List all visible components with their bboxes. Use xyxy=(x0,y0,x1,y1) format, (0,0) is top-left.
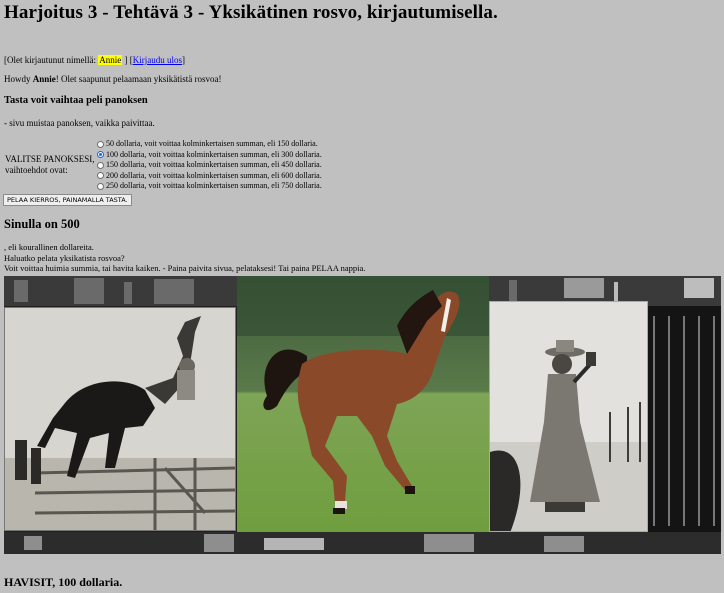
stake-option-label: 50 dollaria, voit voittaa kolminkertaise… xyxy=(106,139,318,148)
stake-option-label: 200 dollaria, voit voittaa kolminkertais… xyxy=(106,170,322,180)
cowgirl-with-rifle-photo xyxy=(489,301,648,532)
balance-info: , eli kourallinen dollareita. Haluatko p… xyxy=(4,242,365,274)
stake-note: - sivu muistaa panoksen, vaikka paivitta… xyxy=(4,118,155,128)
stake-radio-200[interactable] xyxy=(97,172,104,180)
rodeo-rider-photo xyxy=(4,307,236,531)
stake-option-250[interactable]: 250 dollaria, voit voittaa kolminkertais… xyxy=(97,181,322,192)
stake-option-200[interactable]: 200 dollaria, voit voittaa kolminkertais… xyxy=(97,171,322,182)
stake-radio-150[interactable] xyxy=(97,161,104,169)
login-status: [Olet kirjautunut nimellä: Annie ] [Kirj… xyxy=(4,55,185,66)
galloping-horse-photo xyxy=(237,276,489,532)
logout-link[interactable]: Kirjaudu ulos xyxy=(133,55,182,65)
stake-heading: Tasta voit vaihtaa peli panoksen xyxy=(4,95,148,106)
login-close: ] xyxy=(181,55,185,65)
balance-heading: Sinulla on 500 xyxy=(4,217,80,231)
page-title: Harjoitus 3 - Tehtävä 3 - Yksikätinen ro… xyxy=(4,2,498,23)
stake-option-50[interactable]: 50 dollaria, voit voittaa kolminkertaise… xyxy=(97,139,322,150)
stake-radio-50[interactable] xyxy=(97,140,104,148)
greeting-text: Howdy Annie! Olet saapunut pelaamaan yks… xyxy=(4,74,221,85)
stake-option-150[interactable]: 150 dollaria, voit voittaa kolminkertais… xyxy=(97,160,322,171)
balance-line1: , eli kourallinen dollareita. xyxy=(4,242,94,252)
stake-label-line2: vaihtoehdot ovat: xyxy=(5,165,68,175)
play-round-button[interactable]: PELAA KIERROS, PAINAMALLA TASTA. xyxy=(3,194,132,206)
greeting-suffix: ! Olet saapunut pelaamaan yksikätistä ro… xyxy=(55,74,222,84)
stake-option-label: 100 dollaria, voit voittaa kolminkertais… xyxy=(106,149,322,159)
stake-options: 50 dollaria, voit voittaa kolminkertaise… xyxy=(97,139,322,192)
balance-line2: Haluatko pelata yksikatista rosvoa? xyxy=(4,252,125,263)
login-prefix: [Olet kirjautunut nimellä: xyxy=(4,55,99,65)
greeting-name: Annie xyxy=(32,74,56,84)
balance-line3: Voit voittaa huimia summia, tai havita k… xyxy=(4,263,366,273)
stake-label-line1: VALITSE PANOKSESI, xyxy=(5,154,95,164)
slot-photo-strip xyxy=(4,276,721,554)
stake-radio-250[interactable] xyxy=(97,182,104,190)
stake-option-label: 250 dollaria, voit voittaa kolminkertais… xyxy=(106,181,322,190)
username-highlight: Annie xyxy=(98,55,123,65)
result-text: HAVISIT, 100 dollaria. xyxy=(4,575,123,589)
stake-option-label: 150 dollaria, voit voittaa kolminkertais… xyxy=(106,160,322,169)
stake-label: VALITSE PANOKSESI, vaihtoehdot ovat: xyxy=(5,154,95,176)
stake-option-100[interactable]: 100 dollaria, voit voittaa kolminkertais… xyxy=(97,150,322,161)
greeting-prefix: Howdy xyxy=(4,74,33,84)
stake-radio-100[interactable] xyxy=(97,151,104,159)
login-suffix: ] [ xyxy=(122,55,133,65)
